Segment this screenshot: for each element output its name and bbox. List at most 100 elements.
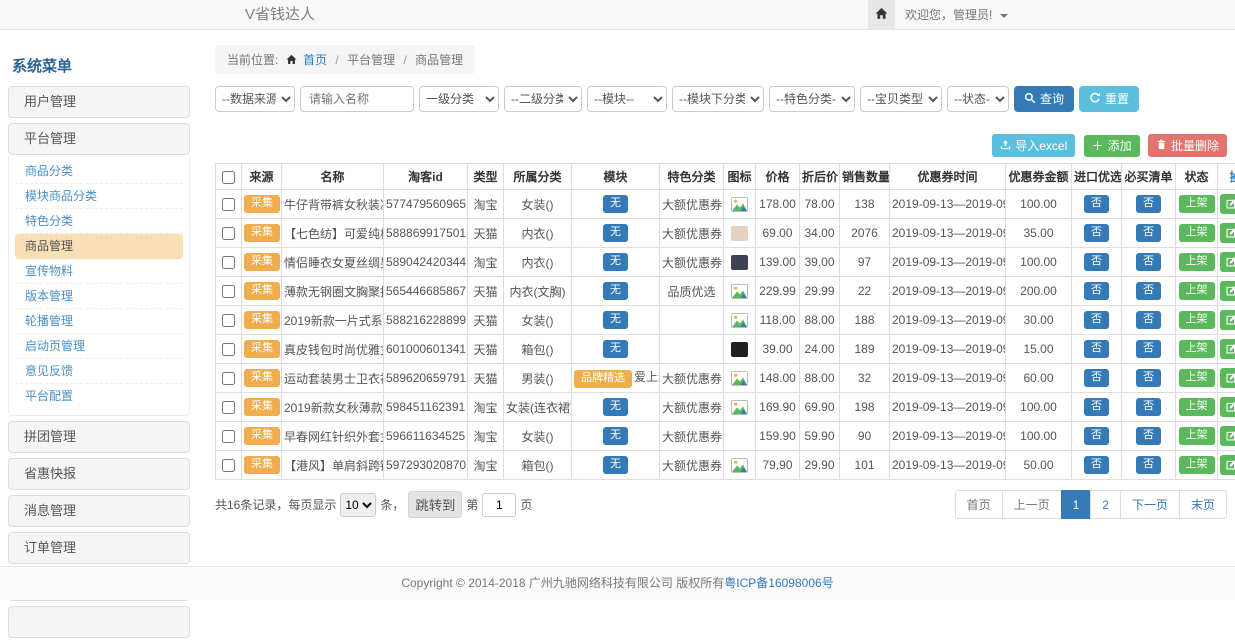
- sidebar-section-平台管理[interactable]: 平台管理: [8, 123, 190, 155]
- user-dropdown[interactable]: 欢迎您，管理员!: [905, 0, 1008, 30]
- icp-link[interactable]: 粤ICP备16098006号: [724, 576, 833, 590]
- edit-button[interactable]: [1220, 194, 1235, 214]
- row-checkbox[interactable]: [222, 198, 235, 211]
- must-buy-badge[interactable]: 否: [1136, 253, 1161, 270]
- item-type-select[interactable]: --宝贝类型--: [860, 86, 942, 112]
- name-input[interactable]: [300, 86, 414, 112]
- imported-badge[interactable]: 否: [1084, 398, 1109, 415]
- jump-button[interactable]: 跳转到: [408, 491, 462, 518]
- sidebar-item-特色分类[interactable]: 特色分类: [15, 209, 183, 234]
- sidebar-section-用户管理[interactable]: 用户管理: [8, 86, 190, 118]
- sidebar-section-订单管理[interactable]: 订单管理: [8, 532, 190, 564]
- row-checkbox[interactable]: [222, 459, 235, 472]
- page-button-2[interactable]: 2: [1090, 490, 1121, 519]
- sidebar-item-模块商品分类[interactable]: 模块商品分类: [15, 184, 183, 209]
- feature-cell: 大额优惠券: [660, 190, 724, 219]
- edit-button[interactable]: [1220, 426, 1235, 446]
- must-buy-badge[interactable]: 否: [1136, 195, 1161, 212]
- must-buy-badge[interactable]: 否: [1136, 398, 1161, 415]
- imported-badge[interactable]: 否: [1084, 282, 1109, 299]
- edit-button[interactable]: [1220, 339, 1235, 359]
- breadcrumb-home-link[interactable]: 首页: [303, 53, 327, 67]
- row-checkbox[interactable]: [222, 227, 235, 240]
- sidebar-item-版本管理[interactable]: 版本管理: [15, 284, 183, 309]
- status-badge[interactable]: 上架: [1179, 311, 1215, 328]
- must-buy-badge[interactable]: 否: [1136, 340, 1161, 357]
- edit-button[interactable]: [1220, 252, 1235, 272]
- icon-cell: [724, 306, 756, 335]
- must-buy-badge[interactable]: 否: [1136, 224, 1161, 241]
- query-button[interactable]: 查询: [1014, 86, 1074, 112]
- must-buy-badge[interactable]: 否: [1136, 369, 1161, 386]
- jump-page-input[interactable]: [482, 493, 516, 517]
- imported-badge[interactable]: 否: [1084, 224, 1109, 241]
- must-buy-badge[interactable]: 否: [1136, 282, 1161, 299]
- batch-delete-button[interactable]: 批量删除: [1148, 134, 1227, 157]
- imported-badge[interactable]: 否: [1084, 456, 1109, 473]
- imported-badge[interactable]: 否: [1084, 427, 1109, 444]
- select-all-checkbox[interactable]: [222, 171, 235, 184]
- status-badge[interactable]: 上架: [1179, 195, 1215, 212]
- edit-button[interactable]: [1220, 455, 1235, 475]
- page-button-下一页[interactable]: 下一页: [1120, 490, 1180, 519]
- status-badge[interactable]: 上架: [1179, 340, 1215, 357]
- feature-cell: 大额优惠券: [660, 393, 724, 422]
- icon-cell: [724, 190, 756, 219]
- edit-button[interactable]: [1220, 223, 1235, 243]
- module-cell: 无: [572, 422, 660, 451]
- import-excel-button[interactable]: 导入excel: [992, 134, 1075, 157]
- level1-category-select[interactable]: 一级分类: [419, 86, 499, 112]
- must-buy-badge[interactable]: 否: [1136, 427, 1161, 444]
- row-checkbox[interactable]: [222, 256, 235, 269]
- edit-button[interactable]: [1220, 368, 1235, 388]
- sidebar-item-商品分类[interactable]: 商品分类: [15, 159, 183, 184]
- home-button[interactable]: [868, 0, 895, 30]
- module-select[interactable]: --模块--: [587, 86, 667, 112]
- must-buy-badge[interactable]: 否: [1136, 311, 1161, 328]
- row-checkbox[interactable]: [222, 430, 235, 443]
- sidebar-section-拼团管理[interactable]: 拼团管理: [8, 421, 190, 453]
- status-select[interactable]: --状态--: [947, 86, 1009, 112]
- edit-button[interactable]: [1220, 397, 1235, 417]
- page-button-末页[interactable]: 末页: [1179, 490, 1227, 519]
- row-checkbox[interactable]: [222, 285, 235, 298]
- row-checkbox[interactable]: [222, 401, 235, 414]
- edit-button[interactable]: [1220, 281, 1235, 301]
- sidebar-item-宣传物料[interactable]: 宣传物料: [15, 259, 183, 284]
- sidebar-section-clipped[interactable]: [8, 606, 190, 638]
- page-button-首页[interactable]: 首页: [955, 490, 1003, 519]
- level2-category-select[interactable]: --二级分类--: [504, 86, 582, 112]
- page-button-1[interactable]: 1: [1061, 490, 1092, 519]
- sidebar-item-意见反馈[interactable]: 意见反馈: [15, 359, 183, 384]
- must-buy-badge[interactable]: 否: [1136, 456, 1161, 473]
- sidebar-item-平台配置[interactable]: 平台配置: [15, 384, 183, 409]
- sidebar-item-商品管理[interactable]: 商品管理: [15, 234, 183, 259]
- sidebar-section-省惠快报[interactable]: 省惠快报: [8, 458, 190, 490]
- add-button[interactable]: ＋ 添加: [1084, 135, 1140, 157]
- per-page-select[interactable]: 10: [340, 493, 376, 517]
- status-badge[interactable]: 上架: [1179, 282, 1215, 299]
- row-checkbox[interactable]: [222, 372, 235, 385]
- status-badge[interactable]: 上架: [1179, 224, 1215, 241]
- imported-badge[interactable]: 否: [1084, 195, 1109, 212]
- sidebar-item-轮播管理[interactable]: 轮播管理: [15, 309, 183, 334]
- reset-button[interactable]: 重置: [1079, 86, 1139, 112]
- imported-badge[interactable]: 否: [1084, 253, 1109, 270]
- row-checkbox[interactable]: [222, 314, 235, 327]
- status-badge[interactable]: 上架: [1179, 369, 1215, 386]
- status-badge[interactable]: 上架: [1179, 456, 1215, 473]
- imported-badge[interactable]: 否: [1084, 311, 1109, 328]
- feature-category-select[interactable]: --特色分类--: [769, 86, 855, 112]
- sidebar-item-启动页管理[interactable]: 启动页管理: [15, 334, 183, 359]
- sidebar-section-消息管理[interactable]: 消息管理: [8, 495, 190, 527]
- edit-button[interactable]: [1220, 310, 1235, 330]
- module-sub-category-select[interactable]: --模块下分类--: [672, 86, 764, 112]
- page-button-上一页[interactable]: 上一页: [1002, 490, 1062, 519]
- row-checkbox[interactable]: [222, 343, 235, 356]
- imported-badge[interactable]: 否: [1084, 340, 1109, 357]
- data-source-select[interactable]: --数据来源--: [215, 86, 295, 112]
- status-badge[interactable]: 上架: [1179, 398, 1215, 415]
- status-badge[interactable]: 上架: [1179, 253, 1215, 270]
- imported-badge[interactable]: 否: [1084, 369, 1109, 386]
- status-badge[interactable]: 上架: [1179, 427, 1215, 444]
